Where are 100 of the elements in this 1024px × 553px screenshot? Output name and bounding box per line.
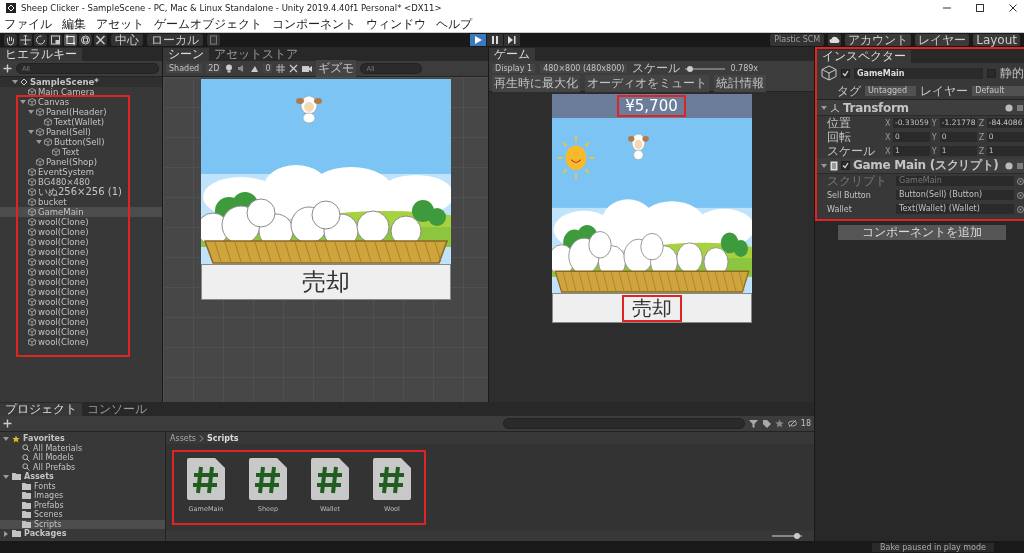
menu-item[interactable]: ヘルプ <box>436 15 472 33</box>
inspector-tab[interactable]: インスペクター <box>817 50 911 63</box>
add-component-button[interactable]: コンポーネントを追加 <box>838 225 1007 240</box>
hierarchy-item[interactable]: bucket <box>0 197 162 207</box>
project-tree-item[interactable]: All Materials <box>0 443 165 453</box>
project-tree-item[interactable]: Packages <box>0 529 165 539</box>
layout-dropdown[interactable]: Layout <box>973 34 1020 46</box>
hierarchy-item[interactable]: wool(Clone) <box>0 287 162 297</box>
expand-arrow-icon[interactable] <box>821 162 827 169</box>
pause-button[interactable] <box>487 34 504 46</box>
project-tree-item[interactable]: Images <box>0 491 165 501</box>
tools-icon[interactable] <box>94 34 107 46</box>
project-tree-item[interactable]: Scripts <box>0 519 165 529</box>
project-tree-item[interactable]: Favorites <box>0 434 165 444</box>
add-icon[interactable] <box>3 64 12 73</box>
display-dropdown[interactable]: Display 1 <box>492 64 536 73</box>
hierarchy-item[interactable]: wool(Clone) <box>0 317 162 327</box>
layer-dropdown[interactable]: Default <box>972 86 1024 96</box>
hand-icon[interactable] <box>4 34 17 46</box>
maximize-icon[interactable] <box>975 3 985 13</box>
hierarchy-item[interactable]: wool(Clone) <box>0 327 162 337</box>
hierarchy-item[interactable]: wool(Clone) <box>0 277 162 287</box>
layers-dropdown[interactable]: レイヤー <box>915 34 970 46</box>
hierarchy-item[interactable]: Text(Wallet) <box>0 117 162 127</box>
expand-arrow-icon[interactable] <box>12 79 18 85</box>
game-tab[interactable]: ゲーム <box>489 48 535 61</box>
project-tab[interactable]: プロジェクト <box>0 403 82 416</box>
sell-button[interactable]: 売却 <box>200 264 451 300</box>
menu-item[interactable]: 編集 <box>62 15 86 33</box>
plastic-scm-button[interactable]: Plastic SCM <box>770 34 825 46</box>
menu-item[interactable]: ゲームオブジェクト <box>154 15 262 33</box>
project-tree-item[interactable]: Scenes <box>0 510 165 520</box>
cloud-icon[interactable] <box>828 34 842 46</box>
hierarchy-item[interactable]: Panel(Header) <box>0 107 162 117</box>
menu-item[interactable]: コンポーネント <box>272 15 356 33</box>
settings-icon[interactable] <box>1015 161 1024 170</box>
object-field[interactable]: Text(Wallet) (Wallet) <box>896 204 1014 214</box>
grid-snap-icon[interactable] <box>207 34 220 46</box>
project-tree-item[interactable]: All Prefabs <box>0 462 165 472</box>
help-icon[interactable] <box>1004 103 1013 112</box>
hierarchy-item[interactable]: wool(Clone) <box>0 217 162 227</box>
add-icon[interactable] <box>3 419 12 428</box>
tag-icon[interactable] <box>761 419 771 428</box>
scene-tab[interactable]: アセットストア <box>209 48 303 61</box>
filter-icon[interactable] <box>748 419 758 428</box>
breadcrumb-link[interactable]: Assets <box>170 433 197 443</box>
transform-icon[interactable] <box>79 34 92 46</box>
hidden-count[interactable]: 0 <box>263 64 273 73</box>
hierarchy-item[interactable]: wool(Clone) <box>0 247 162 257</box>
project-tree-item[interactable]: Fonts <box>0 481 165 491</box>
hierarchy-item[interactable]: Panel(Sell) <box>0 127 162 137</box>
resolution-dropdown[interactable]: 480×800 (480x800) <box>540 64 628 73</box>
view-option-toggle[interactable]: 再生時に最大化 <box>492 75 580 92</box>
sell-button[interactable]: 売却 <box>551 293 752 323</box>
shading-dropdown[interactable]: Shaded <box>166 64 203 73</box>
hierarchy-item[interactable]: EventSystem <box>0 167 162 177</box>
project-tab[interactable]: コンソール <box>82 403 152 416</box>
menu-item[interactable]: ファイル <box>4 15 52 33</box>
hierarchy-item[interactable]: wool(Clone) <box>0 297 162 307</box>
expand-arrow-icon[interactable] <box>36 139 42 145</box>
scale-slider[interactable] <box>685 67 726 70</box>
expand-arrow-icon[interactable] <box>3 435 9 442</box>
close-icon[interactable] <box>1008 3 1018 13</box>
menu-item[interactable]: アセット <box>96 15 144 33</box>
pivot-button[interactable]: 中心 <box>111 34 143 46</box>
space-button[interactable]: ローカル <box>147 34 203 46</box>
hierarchy-item[interactable]: BG480×480 <box>0 177 162 187</box>
hierarchy-item[interactable]: wool(Clone) <box>0 307 162 317</box>
help-icon[interactable] <box>1004 161 1013 170</box>
project-tree-item[interactable]: Assets <box>0 472 165 482</box>
hierarchy-item[interactable]: wool(Clone) <box>0 237 162 247</box>
gizmos-dropdown[interactable]: ギズモ <box>316 60 357 77</box>
step-button[interactable] <box>504 34 521 46</box>
expand-arrow-icon[interactable] <box>3 530 9 537</box>
component-header[interactable]: Game Main (スクリプト) <box>817 158 1024 174</box>
active-checkbox[interactable] <box>841 68 850 78</box>
project-tree-item[interactable]: Prefabs <box>0 500 165 510</box>
scale-icon[interactable] <box>49 34 62 46</box>
2d-toggle[interactable]: 2D <box>206 64 222 73</box>
expand-arrow-icon[interactable] <box>20 99 26 105</box>
menu-item[interactable]: ウィンドウ <box>366 15 426 33</box>
hierarchy-item[interactable]: SampleScene* <box>0 77 162 87</box>
rect-tool-icon[interactable] <box>64 34 77 46</box>
hierarchy-item[interactable]: Canvas <box>0 97 162 107</box>
tag-dropdown[interactable]: Untagged <box>865 86 917 96</box>
expand-arrow-icon[interactable] <box>28 129 34 135</box>
settings-icon[interactable] <box>1015 103 1024 112</box>
grid-icon[interactable] <box>276 64 286 73</box>
enabled-checkbox[interactable] <box>841 161 850 170</box>
object-field[interactable]: Button(Sell) (Button) <box>896 190 1014 200</box>
hierarchy-tab[interactable]: ヒエラルキー <box>0 48 82 61</box>
hierarchy-item[interactable]: wool(Clone) <box>0 337 162 347</box>
hierarchy-item[interactable]: GameMain <box>0 207 162 217</box>
hierarchy-item[interactable]: wool(Clone) <box>0 257 162 267</box>
scene-tab[interactable]: シーン <box>163 48 209 61</box>
hierarchy-item[interactable]: Panel(Shop) <box>0 157 162 167</box>
hierarchy-item[interactable]: Button(Sell) <box>0 137 162 147</box>
move-icon[interactable] <box>19 34 32 46</box>
expand-arrow-icon[interactable] <box>3 473 9 480</box>
hierarchy-item[interactable]: wool(Clone) <box>0 227 162 237</box>
